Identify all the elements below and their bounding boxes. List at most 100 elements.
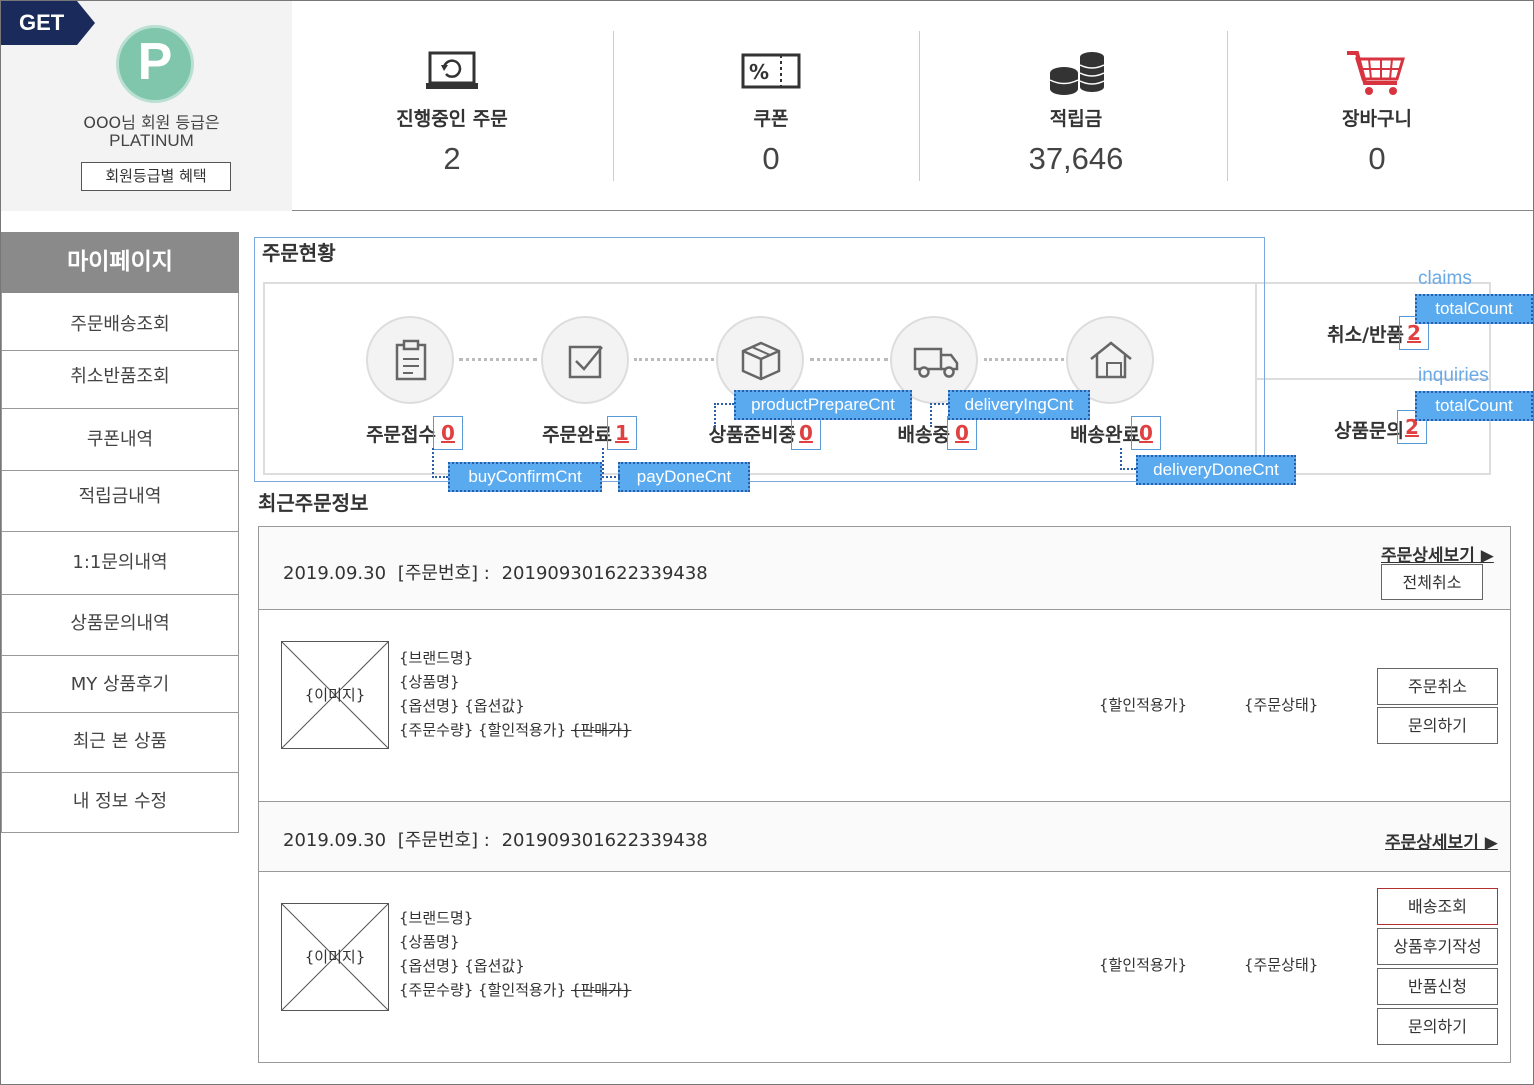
product-image-placeholder[interactable]: {이미지} xyxy=(281,641,389,749)
stat-label: 적립금 xyxy=(1049,108,1103,130)
order-number-label: [주문번호] : xyxy=(397,830,490,851)
order-date: 2019.09.30 xyxy=(283,830,387,851)
order-item: {이미지} {브랜드명} {상품명} {옵션명} {옵션값} {주문수량} {할… xyxy=(258,610,1511,802)
cancel-all-button[interactable]: 전체취소 xyxy=(1381,564,1483,600)
sidebar-item-cancel-return[interactable]: 취소반품조회 xyxy=(1,351,239,409)
step-connector xyxy=(810,358,888,361)
image-label: {이미지} xyxy=(304,686,366,704)
tag-connector xyxy=(602,448,620,478)
product-image-placeholder[interactable]: {이미지} xyxy=(281,903,389,1011)
step-count-order-complete[interactable]: 1 xyxy=(607,416,637,450)
sidebar: 마이페이지 주문배송조회 취소반품조회 쿠폰내역 적립금내역 1:1문의내역 상… xyxy=(1,232,239,833)
coins-icon xyxy=(926,49,1226,99)
order-number: 201909301622339438 xyxy=(501,830,708,851)
stat-label: 장바구니 xyxy=(1342,108,1412,130)
step-order-complete[interactable] xyxy=(541,316,629,404)
grade-icon-letter: P xyxy=(137,33,173,91)
order-number-label: [주문번호] : xyxy=(397,563,490,584)
step-count-shipping[interactable]: 0 xyxy=(947,416,977,450)
inquiries-caption: inquiries xyxy=(1418,365,1489,386)
divider xyxy=(613,31,614,181)
discount-price: {할인적용가} xyxy=(1099,956,1188,974)
member-grade-panel: GET P OOO님 회원 등급은 PLATINUM 회원등급별 혜택 xyxy=(1,1,292,211)
product-prepare-tag: productPrepareCnt xyxy=(734,390,912,420)
return-request-button[interactable]: 반품신청 xyxy=(1377,968,1498,1005)
shopping-cart-icon xyxy=(1227,49,1527,99)
order-status: {주문상태} xyxy=(1244,956,1319,974)
sidebar-item-one-to-one[interactable]: 1:1문의내역 xyxy=(1,532,239,595)
recent-orders-title: 최근주문정보 xyxy=(258,491,369,515)
get-badge: GET xyxy=(1,1,95,45)
step-label: 배송완료 xyxy=(1070,424,1140,446)
step-connector xyxy=(984,358,1064,361)
inquiry-button[interactable]: 문의하기 xyxy=(1377,707,1498,744)
sidebar-item-points[interactable]: 적립금내역 xyxy=(1,471,239,532)
sidebar-item-recently-viewed[interactable]: 최근 본 상품 xyxy=(1,713,239,773)
image-label: {이미지} xyxy=(304,948,366,966)
sidebar-item-coupons[interactable]: 쿠폰내역 xyxy=(1,409,239,471)
coupon-ticket-icon: % xyxy=(621,49,921,99)
product-option: {옵션명} {옵션값} xyxy=(399,957,525,975)
sidebar-item-product-inquiry[interactable]: 상품문의내역 xyxy=(1,595,239,656)
clipboard-icon xyxy=(395,339,427,381)
product-name[interactable]: {상품명} xyxy=(399,670,631,694)
stat-cart[interactable]: 장바구니 0 xyxy=(1227,1,1527,211)
brand-name: {브랜드명} xyxy=(399,649,474,667)
divider xyxy=(919,31,920,181)
product-option: {옵션명} {옵션값} xyxy=(399,697,525,715)
sidebar-item-my-reviews[interactable]: MY 상품후기 xyxy=(1,656,239,713)
stat-coupons[interactable]: % 쿠폰 0 xyxy=(621,1,921,211)
buy-confirm-tag: buyConfirmCnt xyxy=(448,462,602,492)
step-count-delivered[interactable]: 0 xyxy=(1131,416,1161,450)
grade-text: OOO님 회원 등급은 xyxy=(83,113,220,132)
track-delivery-button[interactable]: 배송조회 xyxy=(1377,888,1498,925)
grade-benefit-button[interactable]: 회원등급별 혜택 xyxy=(81,162,231,191)
claims-total-tag: totalCount xyxy=(1415,294,1533,324)
grade-name: PLATINUM xyxy=(109,131,194,150)
inquiry-button[interactable]: 문의하기 xyxy=(1377,1008,1498,1045)
order-status: {주문상태} xyxy=(1244,696,1319,714)
original-price: {판매가} xyxy=(570,721,632,739)
product-info: {브랜드명} {상품명} {옵션명} {옵션값} {주문수량} {할인적용가} … xyxy=(399,906,631,1002)
truck-icon xyxy=(913,347,959,378)
stat-orders-in-progress[interactable]: 진행중인 주문 2 xyxy=(302,1,602,211)
home-box-icon xyxy=(1090,341,1132,379)
order-header: 2019.09.30 [주문번호] : 201909301622339438 주… xyxy=(258,526,1511,610)
step-label: 주문접수 xyxy=(366,424,436,446)
stat-points[interactable]: 적립금 37,646 xyxy=(926,1,1226,211)
step-connector xyxy=(459,358,537,361)
order-meta: 2019.09.30 [주문번호] : 201909301622339438 xyxy=(283,559,708,585)
qty-price: {주문수량} {할인적용가} {판매가} xyxy=(399,981,632,999)
brand-name: {브랜드명} xyxy=(399,909,474,927)
claims-caption: claims xyxy=(1418,268,1472,289)
order-detail-link[interactable]: 주문상세보기 ▶ xyxy=(1385,828,1498,853)
order-date: 2019.09.30 xyxy=(283,563,387,584)
stat-value: 0 xyxy=(762,141,780,176)
sidebar-item-order-delivery[interactable]: 주문배송조회 xyxy=(1,293,239,351)
step-count-preparing[interactable]: 0 xyxy=(791,416,821,450)
stat-value: 2 xyxy=(443,141,461,176)
order-meta: 2019.09.30 [주문번호] : 201909301622339438 xyxy=(283,826,708,852)
inquiries-label: 상품문의 xyxy=(1334,420,1404,442)
order-item: {이미지} {브랜드명} {상품명} {옵션명} {옵션값} {주문수량} {할… xyxy=(258,872,1511,1063)
product-name[interactable]: {상품명} xyxy=(399,930,631,954)
cancel-order-button[interactable]: 주문취소 xyxy=(1377,668,1498,705)
step-order-received[interactable] xyxy=(366,316,454,404)
grade-icon: P xyxy=(116,25,194,103)
discount-price: {할인적용가} xyxy=(1099,696,1188,714)
original-price: {판매가} xyxy=(570,981,632,999)
tag-connector xyxy=(432,448,448,478)
step-count-order-received[interactable]: 0 xyxy=(433,416,463,450)
delivery-done-tag: deliveryDoneCnt xyxy=(1136,455,1296,485)
sidebar-item-edit-profile[interactable]: 내 정보 수정 xyxy=(1,773,239,833)
write-review-button[interactable]: 상품후기작성 xyxy=(1377,928,1498,965)
claims-label: 취소/반품 xyxy=(1327,324,1404,346)
order-detail-link[interactable]: 주문상세보기 ▶ xyxy=(1381,541,1494,566)
qty-price: {주문수량} {할인적용가} {판매가} xyxy=(399,721,632,739)
checkbox-icon xyxy=(568,345,603,379)
tag-connector xyxy=(714,403,734,427)
tag-connector xyxy=(1120,448,1136,470)
delivery-ing-tag: deliveryIngCnt xyxy=(948,390,1090,420)
order-number: 201909301622339438 xyxy=(501,563,708,584)
tag-connector xyxy=(930,403,948,427)
